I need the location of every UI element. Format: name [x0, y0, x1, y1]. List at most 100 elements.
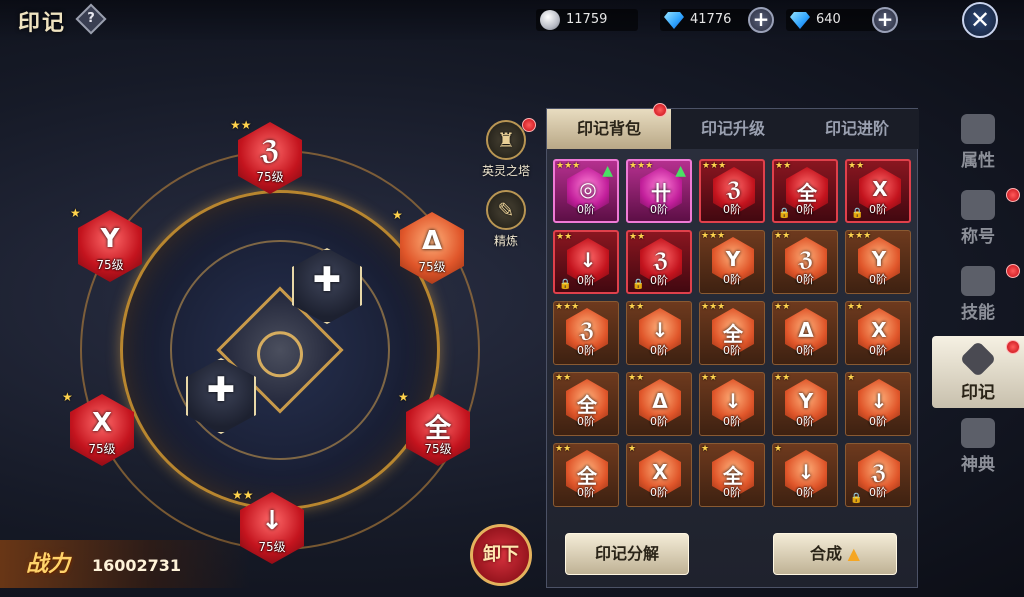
diamond-counter: 41776 [660, 9, 752, 31]
star-icon: ★★★ [701, 231, 726, 241]
star-icon: ★★ [555, 444, 572, 454]
rune-tier: 0阶 [577, 344, 595, 357]
nav-item-label: 印记 [961, 383, 995, 403]
add-diamond-button[interactable]: + [748, 7, 774, 33]
rune-item[interactable]: 全 0阶 ★ [699, 443, 765, 507]
rune-item[interactable]: ℨ 0阶 ★★ [772, 230, 838, 294]
rune-glyph: Y [871, 247, 887, 271]
nav-item-label: 技能 [961, 303, 995, 323]
question-icon[interactable]: ? [75, 3, 107, 35]
add-bound-diamond-button[interactable]: + [872, 7, 898, 33]
lock-icon: 🔒 [850, 493, 863, 504]
rune-item[interactable]: Y 0阶 ★★★ [845, 230, 911, 294]
rune-item[interactable]: 全 0阶 ★★ 🔒 [772, 159, 838, 223]
tab-rune-upgrade[interactable]: 印记升级 [671, 109, 795, 149]
rune-item[interactable]: ↓ 0阶 ★★ [699, 372, 765, 436]
nav-item[interactable]: 印记 [932, 336, 1024, 408]
nav-item[interactable]: 技能 [932, 260, 1024, 332]
equipped-slot-lower-left[interactable]: X 75级 ★ [62, 390, 134, 466]
rune-glyph: ℨ [653, 248, 669, 272]
rune-glyph: ↓ [579, 248, 597, 272]
nav-item[interactable]: 称号 [932, 184, 1024, 256]
equipped-slot-upper-left[interactable]: Y 75级 ★ [70, 206, 142, 282]
rune-tier: 0阶 [796, 344, 814, 357]
top-bar: 印记 ? 11759 41776 + 640 + ✕ [0, 0, 1024, 40]
star-icon: ★★ [701, 373, 718, 383]
tab-rune-advance[interactable]: 印记进阶 [795, 109, 919, 149]
rune-tier: 0阶 [577, 203, 595, 216]
star-icon: ★ [701, 444, 710, 454]
synthesize-label: 合成 [810, 544, 843, 563]
combat-power: 战力 16002731 [0, 540, 250, 588]
star-icon: ★ [847, 373, 856, 383]
silver-coin-value: 11759 [566, 12, 608, 27]
rune-item[interactable]: ℨ 0阶 ★★ 🔒 [626, 230, 692, 294]
rune-item[interactable]: X 0阶 ★ [626, 443, 692, 507]
bound-diamond-value: 640 [816, 12, 841, 27]
rune-item[interactable]: Y 0阶 ★★★ [699, 230, 765, 294]
slot-stars: ★ [70, 206, 81, 220]
star-icon: ★★ [774, 302, 791, 312]
rune-item[interactable]: X 0阶 ★★ [845, 301, 911, 365]
slot-stars: ★ [62, 390, 73, 404]
synthesize-button[interactable]: 合成 ▲ [773, 533, 897, 575]
close-button[interactable]: ✕ [962, 2, 998, 38]
rune-item[interactable]: ↓ 0阶 ★★ [626, 301, 692, 365]
rune-item[interactable]: Y 0阶 ★★ [772, 372, 838, 436]
rune-glyph: ◎ [579, 177, 597, 201]
rune-glyph: ↓ [261, 506, 283, 536]
rune-tier: 0阶 [869, 415, 887, 428]
slot-level: 75级 [256, 170, 284, 184]
hero-tower-label: 英灵之塔 [481, 164, 530, 178]
rune-glyph: X [91, 408, 113, 438]
rune-tier: 0阶 [723, 273, 741, 286]
slot-stars: ★★ [230, 118, 252, 132]
rune-item[interactable]: ℨ 0阶 🔒 [845, 443, 911, 507]
rune-item[interactable]: 卄 0阶 ★★★ ▲ [626, 159, 692, 223]
rune-item[interactable]: ℨ 0阶 ★★★ [699, 159, 765, 223]
lock-icon: 🔒 [778, 208, 791, 219]
rune-glyph: Y [100, 224, 120, 254]
nav-item[interactable]: 属性 [932, 108, 1024, 180]
star-icon: ★★ [628, 302, 645, 312]
rune-glyph: ℨ [579, 318, 595, 342]
upgrade-arrow-icon: ▲ [602, 163, 613, 179]
rune-item[interactable]: ◎ 0阶 ★★★ ▲ [553, 159, 619, 223]
plus-icon: ✚ [312, 260, 342, 300]
bound-diamond-counter: 640 [786, 9, 878, 31]
star-icon: ★★ [775, 161, 792, 171]
rune-glyph: ℨ [798, 247, 814, 271]
equipped-slot-upper-right[interactable]: Δ 75级 ★ [392, 208, 464, 284]
equipped-slot-lower-right[interactable]: 全 75级 ★ [398, 390, 470, 466]
diamond-value: 41776 [690, 12, 732, 27]
rune-item[interactable]: Δ 0阶 ★★ [626, 372, 692, 436]
tower-icon: ♜ [486, 120, 526, 160]
diamond-icon [664, 12, 684, 29]
tab-rune-bag[interactable]: 印记背包 [547, 109, 671, 149]
empty-slot-inner-lower[interactable]: ✚ [186, 358, 256, 434]
star-icon: ★★ [629, 232, 646, 242]
rune-tier: 0阶 [723, 415, 741, 428]
nav-item[interactable]: 神典 [932, 412, 1024, 484]
rune-item[interactable]: X 0阶 ★★ 🔒 [845, 159, 911, 223]
rune-item[interactable]: ↓ 0阶 ★★ 🔒 [553, 230, 619, 294]
rune-item[interactable]: ↓ 0阶 ★ [772, 443, 838, 507]
decompose-button[interactable]: 印记分解 [565, 533, 689, 575]
rune-tier: 0阶 [723, 486, 741, 499]
equipped-slot-top[interactable]: ℨ 75级 ★★ [230, 118, 302, 194]
rune-item[interactable]: ℨ 0阶 ★★★ [553, 301, 619, 365]
rune-tier: 0阶 [796, 273, 814, 286]
unload-button[interactable]: 卸下 [470, 524, 532, 586]
rune-glyph: ↓ [870, 389, 888, 413]
rune-item[interactable]: Δ 0阶 ★★ [772, 301, 838, 365]
chest-icon [961, 190, 995, 220]
empty-slot-inner-upper[interactable]: ✚ [292, 248, 362, 324]
star-icon: ★★ [774, 231, 791, 241]
rune-item[interactable]: 全 0阶 ★★ [553, 372, 619, 436]
rune-item[interactable]: 全 0阶 ★★★ [699, 301, 765, 365]
rune-glyph: ↓ [724, 389, 742, 413]
nav-item-label: 神典 [961, 455, 995, 475]
rune-item[interactable]: 全 0阶 ★★ [553, 443, 619, 507]
refine-button[interactable]: ✎ 精炼 [478, 190, 534, 249]
rune-item[interactable]: ↓ 0阶 ★ [845, 372, 911, 436]
